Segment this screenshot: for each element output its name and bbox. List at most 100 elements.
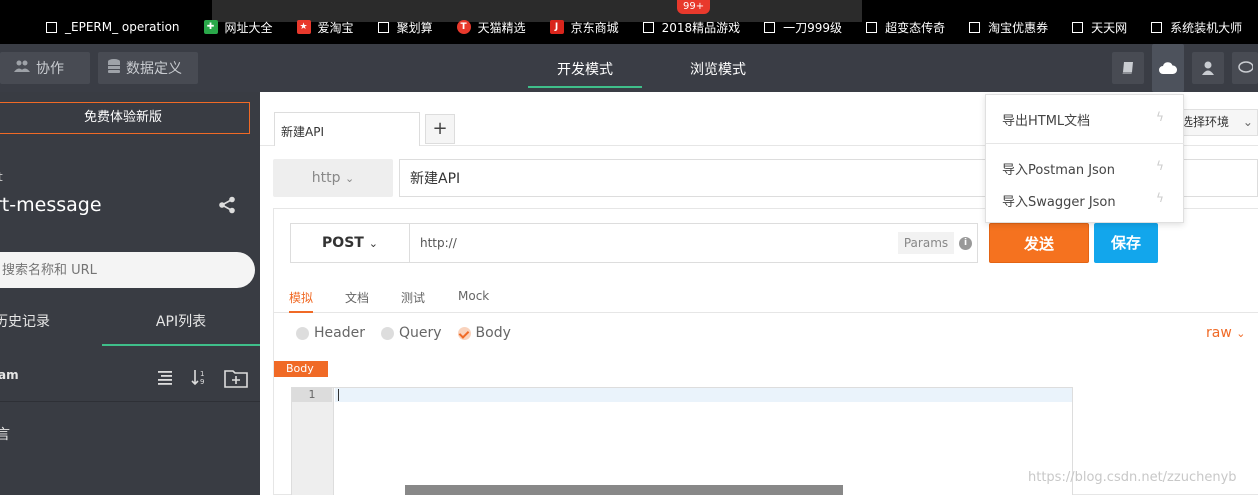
checkbox-icon [46, 21, 57, 33]
bolt-icon: ϟ [1156, 191, 1164, 205]
params-button[interactable]: Params [898, 232, 954, 254]
radio-header[interactable]: Header [296, 325, 365, 341]
promo-badge: 99+ [677, 0, 711, 14]
site-icon: J [549, 20, 564, 34]
checkbox-icon [969, 21, 981, 33]
tab-dev-mode[interactable]: 开发模式 [528, 56, 642, 88]
radio-body[interactable]: Body [457, 325, 511, 341]
checkbox-icon [642, 21, 654, 33]
user-button[interactable] [1192, 52, 1224, 84]
cloud-button[interactable] [1152, 44, 1184, 92]
bookmark-item[interactable]: 2018精品游戏 [642, 19, 740, 36]
radio-dot [380, 326, 394, 340]
bookmark-item[interactable]: T 天猫精选 [456, 19, 526, 36]
chevron-down-icon: ⌄ [344, 172, 355, 185]
tab-history[interactable]: 历史记录 [0, 298, 102, 346]
request-subtabs: 模拟 文档 测试 Mock [274, 279, 1258, 313]
project-label: t [0, 170, 3, 184]
chevron-down-icon: ⌄ [368, 237, 378, 250]
cloud-icon [1159, 62, 1177, 74]
bolt-icon: ϟ [1156, 110, 1164, 124]
tab-api-list[interactable]: API列表 [102, 298, 260, 346]
chevron-down-icon: ⌄ [1242, 115, 1253, 129]
checkbox-icon [866, 21, 878, 33]
site-icon: T [456, 20, 471, 34]
site-icon: ★ [296, 20, 311, 34]
sidebar-api-item[interactable]: 言 [0, 424, 10, 444]
chat-icon [1238, 61, 1253, 73]
chevron-down-icon: ⌄ [1236, 327, 1246, 340]
editor-gutter: 1 [292, 388, 334, 495]
menu-item-export-html[interactable]: 导出HTML文档 ϟ [1002, 110, 1172, 129]
sidebar: 免费体验新版 t rt-message 历史记录 API列表 am 19 言 [0, 92, 260, 495]
tab-mock[interactable]: Mock [458, 289, 489, 313]
partial-icon [0, 22, 4, 33]
tab-test[interactable]: 测试 [401, 289, 425, 313]
collab-button[interactable]: 协作 [0, 52, 90, 84]
menu-divider [986, 143, 1184, 144]
bookmark-item[interactable]: ★ 爱淘宝 [296, 19, 354, 36]
checkbox-icon [1072, 21, 1084, 33]
radio-dot [296, 326, 309, 340]
line-number: 1 [292, 388, 332, 402]
site-icon: ✚ [203, 20, 218, 34]
param-type-radios: Header Query Body [296, 325, 527, 341]
send-button[interactable]: 发送 [989, 223, 1089, 263]
data-definition-button[interactable]: 数据定义 [98, 52, 198, 84]
app-topbar: 协作 数据定义 开发模式 浏览模式 [0, 44, 1258, 92]
url-input[interactable] [409, 223, 978, 263]
checkbox-icon [377, 21, 389, 33]
svg-text:1: 1 [200, 370, 204, 378]
checkbox-icon [764, 21, 776, 33]
tab-browse-mode[interactable]: 浏览模式 [660, 56, 776, 88]
watermark: https://blog.csdn.net/zzuchenyb [1028, 470, 1237, 485]
sort-icon[interactable]: 19 [190, 368, 212, 390]
svg-text:9: 9 [200, 378, 204, 386]
bookmark-item[interactable]: 系统装机大师 [1151, 19, 1242, 36]
bookmarks-bar: 99+ _EPERM_ operation ✚ 网址大全 ★ 爱淘宝 聚划算 T 天猫… [0, 0, 1258, 44]
text-cursor [338, 389, 339, 401]
protocol-select[interactable]: http ⌄ [273, 159, 393, 197]
bolt-icon: ϟ [1156, 159, 1164, 173]
method-select[interactable]: POST ⌄ [290, 223, 410, 263]
save-button[interactable]: 保存 [1094, 223, 1158, 263]
chat-button[interactable] [1232, 52, 1258, 84]
team-name: am [0, 368, 19, 382]
bookmark-item[interactable]: 淘宝优惠券 [969, 19, 1048, 36]
cloud-dropdown-menu: 导出HTML文档 ϟ 导入Postman Json ϟ 导入Swagger Js… [985, 94, 1184, 223]
bookmark-item[interactable]: _EPERM_ operation [46, 20, 180, 34]
tab-mock-request[interactable]: 模拟 [289, 289, 314, 313]
book-icon [1122, 62, 1133, 74]
bookmark-item[interactable]: ✚ 网址大全 [203, 19, 273, 36]
check-icon [457, 326, 471, 340]
bookmark-item[interactable]: 聚划算 [377, 19, 433, 36]
active-line [335, 388, 1072, 402]
horizontal-scrollbar[interactable] [405, 485, 843, 495]
body-editor[interactable]: 1 [291, 387, 1073, 495]
api-tab[interactable]: 新建API [274, 112, 420, 146]
body-format-select[interactable]: raw ⌄ [1206, 325, 1245, 341]
bookmark-row: _EPERM_ operation ✚ 网址大全 ★ 爱淘宝 聚划算 T 天猫精选 J… [0, 17, 1258, 37]
tab-docs[interactable]: 文档 [345, 289, 369, 313]
api-search-input[interactable] [0, 252, 255, 288]
bookmark-item[interactable]: 一刀999级 [764, 19, 842, 36]
bookmark-item[interactable]: J 京东商城 [549, 19, 619, 36]
add-tab-button[interactable]: + [425, 114, 455, 144]
project-name: rt-message [0, 194, 102, 216]
add-folder-icon[interactable] [224, 368, 250, 390]
book-button[interactable] [1112, 52, 1144, 84]
radio-query[interactable]: Query [380, 325, 442, 341]
share-icon[interactable] [218, 196, 238, 216]
body-label: Body [274, 361, 328, 377]
menu-item-import-swagger[interactable]: 导入Swagger Json ϟ [1002, 191, 1172, 210]
bookmark-item[interactable]: 天天网 [1072, 19, 1127, 36]
collapse-all-icon[interactable] [156, 368, 178, 390]
info-icon[interactable]: i [959, 237, 972, 250]
users-icon [14, 60, 30, 76]
user-icon [1202, 61, 1214, 75]
trial-new-version-button[interactable]: 免费体验新版 [0, 102, 250, 134]
bookmark-item[interactable] [0, 22, 22, 33]
team-row[interactable]: am 19 [0, 358, 260, 402]
menu-item-import-postman[interactable]: 导入Postman Json ϟ [1002, 159, 1172, 178]
bookmark-item[interactable]: 超变态传奇 [866, 19, 945, 36]
